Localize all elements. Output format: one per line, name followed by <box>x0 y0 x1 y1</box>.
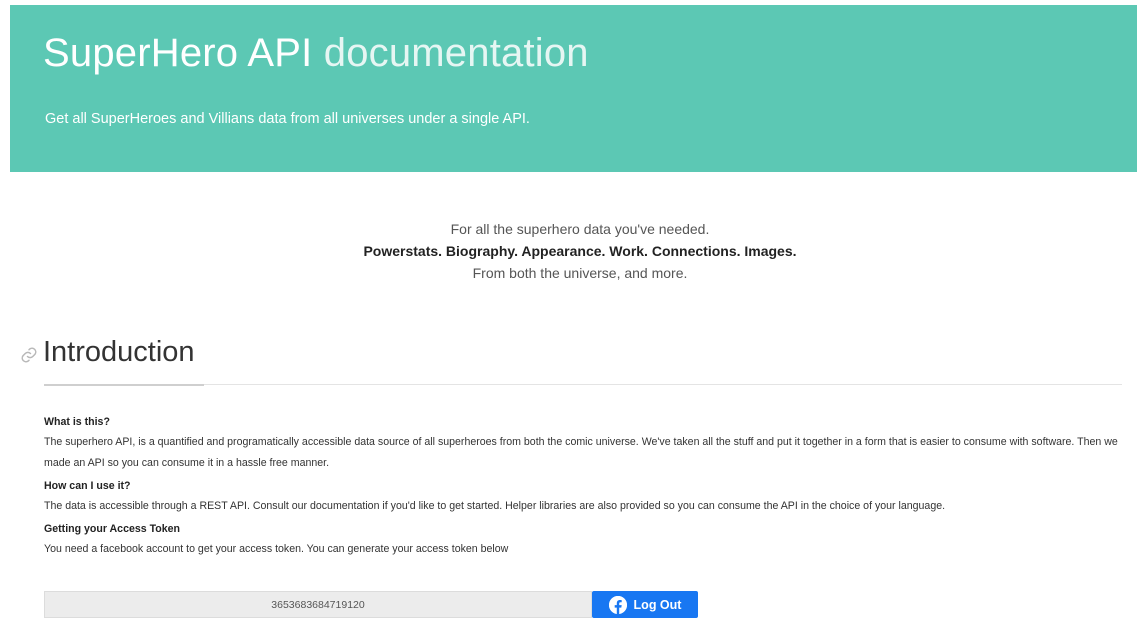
hero-title-light: documentation <box>323 31 589 75</box>
lead-line-2: Powerstats. Biography. Appearance. Work.… <box>363 243 797 259</box>
lead-line-3: From both the universe, and more. <box>472 265 688 281</box>
hero-tagline: Get all SuperHeroes and Villians data fr… <box>45 111 530 127</box>
facebook-logout-button[interactable]: Log Out <box>592 591 698 618</box>
link-icon[interactable] <box>20 346 38 364</box>
introduction-content: What is this? The superhero API, is a qu… <box>44 412 1124 562</box>
facebook-icon <box>608 595 627 614</box>
section-divider <box>44 384 1122 385</box>
hero-banner: SuperHero API documentation Get all Supe… <box>10 5 1137 172</box>
lead-text: For all the superhero data you've needed… <box>0 218 1137 284</box>
hero-title-main: SuperHero API <box>43 31 313 75</box>
what-is-this-body: The superhero API, is a quantified and p… <box>44 436 1118 469</box>
page: SuperHero API documentation Get all Supe… <box>0 0 1137 618</box>
introduction-heading: Introduction <box>20 336 195 369</box>
logout-label: Log Out <box>633 597 682 612</box>
how-to-use-heading: How can I use it? <box>44 480 131 492</box>
how-to-use-body: The data is accessible through a REST AP… <box>44 500 946 512</box>
what-is-this-heading: What is this? <box>44 416 110 428</box>
token-row: 3653683684719120 Log Out <box>44 591 698 618</box>
hero-title: SuperHero API documentation <box>43 31 589 76</box>
access-token-heading: Getting your Access Token <box>44 523 180 535</box>
section-divider-accent <box>44 384 204 386</box>
section-title: Introduction <box>43 336 195 368</box>
access-token-field[interactable]: 3653683684719120 <box>44 591 592 618</box>
lead-line-1: For all the superhero data you've needed… <box>450 221 710 237</box>
access-token-body: You need a facebook account to get your … <box>44 543 509 555</box>
